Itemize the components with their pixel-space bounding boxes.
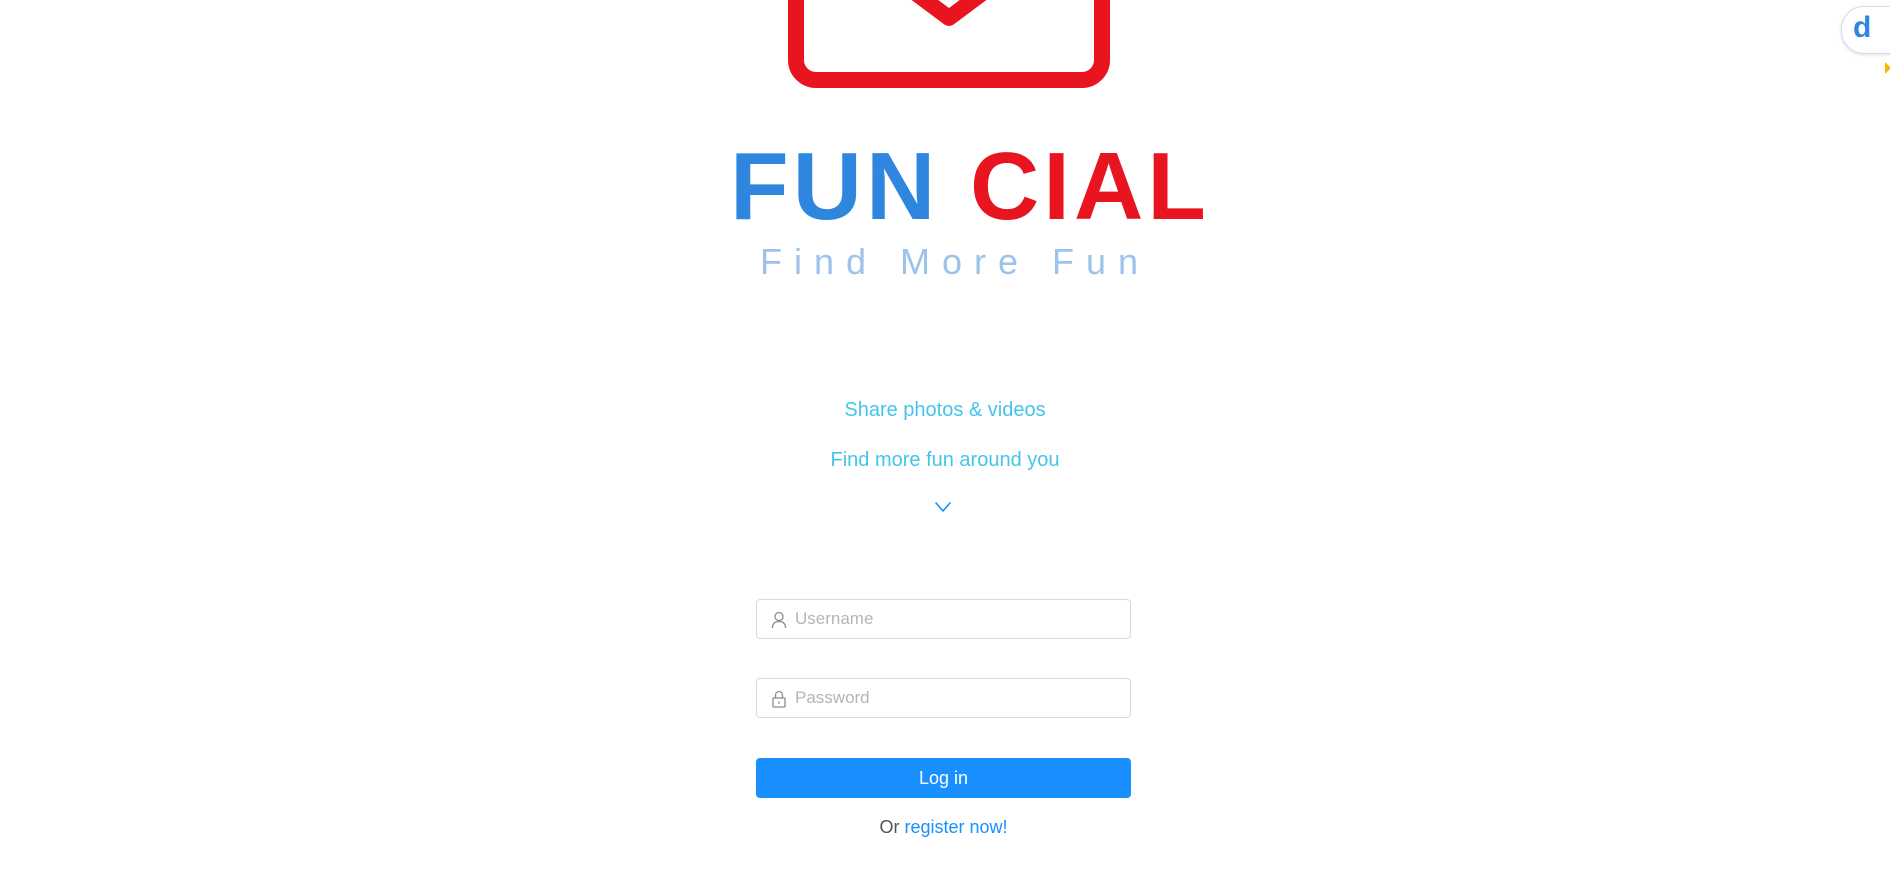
feature-share-text: Share photos & videos (844, 399, 1046, 421)
envelope-icon (788, 0, 1110, 88)
username-field[interactable] (756, 599, 1131, 639)
brand-title: FUN CIAL (730, 132, 1206, 242)
feature-find-text: Find more fun around you (830, 449, 1060, 471)
extension-widget-button[interactable]: d (1841, 6, 1890, 54)
chevron-down-icon[interactable] (933, 497, 953, 517)
brand-tagline: Find More Fun (759, 241, 1151, 282)
register-link[interactable]: register now! (904, 817, 1007, 837)
register-line: Or register now! (756, 817, 1131, 838)
username-input[interactable] (795, 600, 1120, 638)
login-form: Log in Or register now! (756, 599, 1131, 838)
password-input[interactable] (795, 679, 1120, 717)
login-page: FUN CIAL Find More Fun Share photos & vi… (0, 0, 1890, 879)
extension-arrow-icon (1885, 62, 1890, 74)
password-field[interactable] (756, 678, 1131, 718)
user-icon (771, 611, 787, 629)
lock-icon (772, 690, 786, 708)
login-button[interactable]: Log in (756, 758, 1131, 798)
extension-d-icon: d (1853, 11, 1872, 44)
brand-title-right: CIAL (969, 133, 1210, 240)
register-prefix: Or (879, 817, 900, 837)
brand-title-left: FUN (730, 133, 940, 240)
